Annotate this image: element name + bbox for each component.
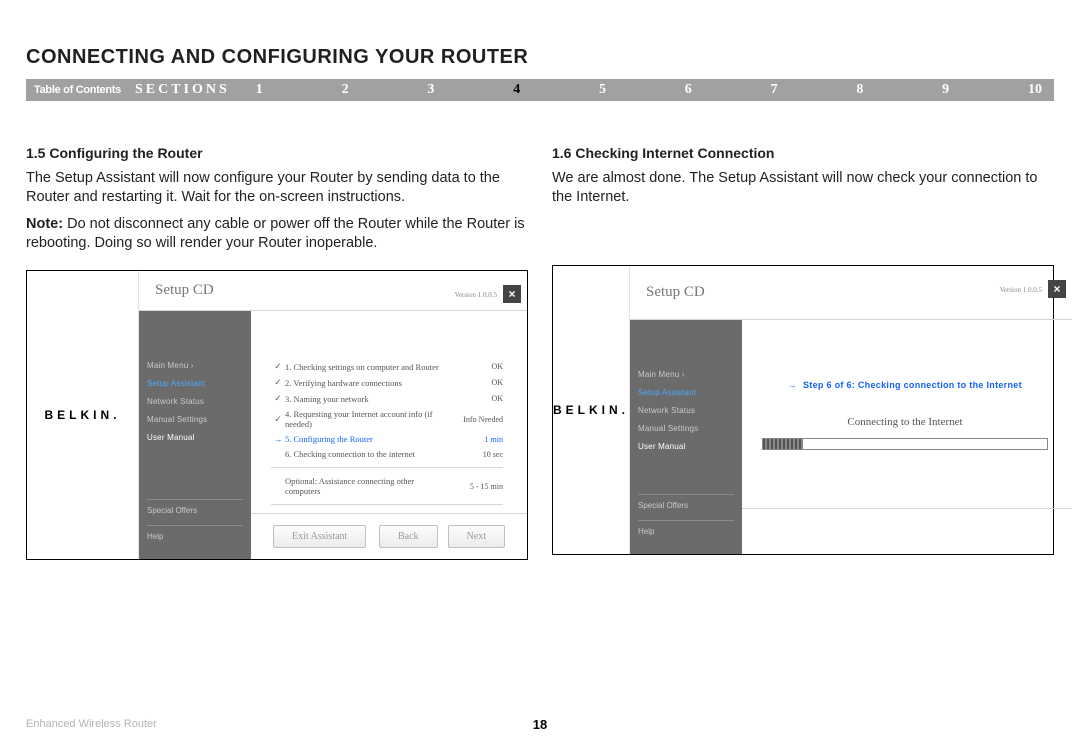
sidebar-item-network-status[interactable]: Network Status xyxy=(638,406,734,415)
product-name: Enhanced Wireless Router xyxy=(26,718,157,730)
sidebar-item-special-offers[interactable]: Special Offers xyxy=(147,506,243,515)
step-label: 1. Checking settings on computer and Rou… xyxy=(285,362,449,372)
step-label: 5. Configuring the Router xyxy=(285,434,449,444)
section-link-4[interactable]: 4 xyxy=(513,82,520,98)
toc-link[interactable]: Table of Contents xyxy=(26,84,135,96)
exit-assistant-button[interactable]: Exit Assistant xyxy=(273,525,366,548)
sidebar-item-user-manual[interactable]: User Manual xyxy=(638,442,734,451)
sidebar-item-user-manual[interactable]: User Manual xyxy=(147,433,243,442)
brand-box: BELKIN. xyxy=(27,271,139,559)
step-status: OK xyxy=(449,378,503,387)
step-status: 10 sec xyxy=(449,450,503,459)
brand-box: BELKIN. xyxy=(553,266,630,554)
next-button[interactable]: Next xyxy=(448,525,505,548)
step-label: 3. Naming your network xyxy=(285,394,449,404)
progress-bar xyxy=(762,438,1048,450)
left-heading: 1.5 Configuring the Router xyxy=(26,145,528,161)
check-icon: ✓ xyxy=(271,377,285,388)
right-column: 1.6 Checking Internet Connection We are … xyxy=(552,145,1054,560)
step-status: OK xyxy=(449,362,503,371)
step-banner: → Step 6 of 6: Checking connection to th… xyxy=(762,380,1048,390)
wizard-screenshot-configuring: BELKIN. Setup CD Version 1.0.0.5 × Main … xyxy=(26,270,528,560)
section-link-6[interactable]: 6 xyxy=(685,82,692,98)
sidebar-item-main-menu[interactable]: Main Menu › xyxy=(147,361,243,370)
page-number: 18 xyxy=(533,717,547,732)
right-para-1: We are almost done. The Setup Assistant … xyxy=(552,169,1054,207)
section-link-8[interactable]: 8 xyxy=(856,82,863,98)
step-status: Info Needed xyxy=(449,415,503,424)
wizard-sidebar: Main Menu › Setup Assistant Network Stat… xyxy=(630,320,742,554)
wizard-title: Setup CD xyxy=(139,282,214,299)
arrow-right-icon: → xyxy=(271,434,285,444)
step-label: 2. Verifying hardware connections xyxy=(285,378,449,388)
wizard-header: Setup CD Version 1.0.0.5 × xyxy=(139,271,527,311)
step-row-6: 6. Checking connection to the internet10… xyxy=(271,449,503,459)
progress-fill xyxy=(763,439,803,449)
wizard-sidebar: Main Menu › Setup Assistant Network Stat… xyxy=(139,311,251,559)
wizard-header: Setup CD Version 1.0.0.5 × xyxy=(630,266,1072,320)
section-link-10[interactable]: 10 xyxy=(1028,82,1042,98)
right-heading: 1.6 Checking Internet Connection xyxy=(552,145,1054,161)
sidebar-item-setup-assistant[interactable]: Setup Assistant xyxy=(638,388,734,397)
sidebar-item-special-offers[interactable]: Special Offers xyxy=(638,501,734,510)
step-status: 1 min xyxy=(449,435,503,444)
section-link-3[interactable]: 3 xyxy=(427,82,434,98)
connecting-text: Connecting to the Internet xyxy=(762,416,1048,428)
left-para-2: Note: Do not disconnect any cable or pow… xyxy=(26,215,528,253)
step-status: 5 - 15 min xyxy=(449,482,503,491)
section-numbers: 1 2 3 4 5 6 7 8 9 10 xyxy=(256,82,1054,98)
wizard-title: Setup CD xyxy=(630,284,705,301)
step-row-4: ✓4. Requesting your Internet account inf… xyxy=(271,409,503,429)
section-link-7[interactable]: 7 xyxy=(771,82,778,98)
sidebar-item-manual-settings[interactable]: Manual Settings xyxy=(638,424,734,433)
sections-label: SECTIONS xyxy=(135,82,256,98)
close-icon[interactable]: × xyxy=(1048,280,1066,298)
sidebar-item-manual-settings[interactable]: Manual Settings xyxy=(147,415,243,424)
sidebar-item-setup-assistant[interactable]: Setup Assistant xyxy=(147,379,243,388)
left-para-1: The Setup Assistant will now configure y… xyxy=(26,169,528,207)
left-column: 1.5 Configuring the Router The Setup Ass… xyxy=(26,145,528,560)
brand-logo: BELKIN. xyxy=(45,408,121,422)
wizard-body: ✓1. Checking settings on computer and Ro… xyxy=(251,311,527,513)
step-label: 6. Checking connection to the internet xyxy=(285,449,449,459)
sidebar-item-network-status[interactable]: Network Status xyxy=(147,397,243,406)
wizard-body: → Step 6 of 6: Checking connection to th… xyxy=(742,320,1072,508)
wizard-footer xyxy=(742,508,1072,554)
arrow-right-icon: → xyxy=(788,380,797,390)
step-row-3: ✓3. Naming your networkOK xyxy=(271,393,503,404)
step-banner-text: Step 6 of 6: Checking connection to the … xyxy=(803,380,1022,390)
section-link-2[interactable]: 2 xyxy=(342,82,349,98)
wizard-version: Version 1.0.0.5 xyxy=(1000,286,1042,294)
step-row-1: ✓1. Checking settings on computer and Ro… xyxy=(271,361,503,372)
step-status: OK xyxy=(449,394,503,403)
wizard-version: Version 1.0.0.5 xyxy=(455,291,497,299)
brand-logo: BELKIN. xyxy=(553,403,629,417)
step-label: Optional: Assistance connecting other co… xyxy=(285,476,449,496)
step-row-optional: Optional: Assistance connecting other co… xyxy=(271,476,503,496)
step-row-5: →5. Configuring the Router1 min xyxy=(271,434,503,444)
check-icon: ✓ xyxy=(271,393,285,404)
section-link-9[interactable]: 9 xyxy=(942,82,949,98)
note-label: Note: xyxy=(26,216,63,232)
step-row-2: ✓2. Verifying hardware connectionsOK xyxy=(271,377,503,388)
note-text: Do not disconnect any cable or power off… xyxy=(26,216,525,251)
sidebar-item-help[interactable]: Help xyxy=(147,532,243,541)
sidebar-item-help[interactable]: Help xyxy=(638,527,734,536)
sidebar-item-main-menu[interactable]: Main Menu › xyxy=(638,370,734,379)
section-nav: Table of Contents SECTIONS 1 2 3 4 5 6 7… xyxy=(26,79,1054,101)
check-icon: ✓ xyxy=(271,361,285,372)
check-icon: ✓ xyxy=(271,414,285,425)
section-link-1[interactable]: 1 xyxy=(256,82,263,98)
step-label: 4. Requesting your Internet account info… xyxy=(285,409,449,429)
back-button[interactable]: Back xyxy=(379,525,438,548)
page-footer: Enhanced Wireless Router 18 xyxy=(26,718,1054,730)
close-icon[interactable]: × xyxy=(503,285,521,303)
section-link-5[interactable]: 5 xyxy=(599,82,606,98)
wizard-screenshot-checking: BELKIN. Setup CD Version 1.0.0.5 × Main … xyxy=(552,265,1054,555)
wizard-footer: Exit Assistant Back Next xyxy=(251,513,527,559)
page-title: CONNECTING AND CONFIGURING YOUR ROUTER xyxy=(26,46,1054,69)
